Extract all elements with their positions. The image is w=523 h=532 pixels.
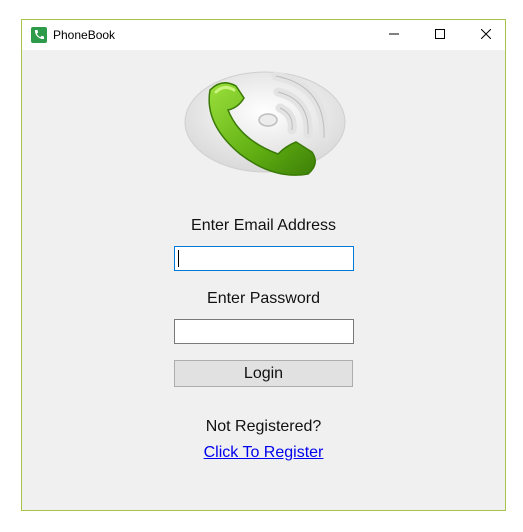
maximize-icon	[435, 26, 445, 44]
window-title: PhoneBook	[53, 28, 116, 42]
login-button[interactable]: Login	[174, 360, 353, 387]
close-button[interactable]	[463, 20, 509, 50]
phonebook-window: PhoneBook Enter Email Address Enter Pass…	[21, 19, 506, 511]
close-icon	[480, 26, 492, 44]
email-label: Enter Email Address	[191, 217, 336, 234]
phone-logo	[182, 68, 348, 176]
not-registered-text: Not Registered?	[205, 418, 322, 435]
password-input[interactable]	[174, 319, 354, 344]
register-link[interactable]: Click To Register	[22, 444, 505, 462]
email-input[interactable]	[174, 246, 354, 271]
phone-icon	[31, 27, 47, 43]
text-caret	[178, 250, 179, 267]
minimize-button[interactable]	[371, 20, 417, 50]
minimize-icon	[389, 26, 399, 44]
password-label: Enter Password	[207, 290, 320, 307]
title-bar[interactable]: PhoneBook	[22, 20, 505, 50]
maximize-button[interactable]	[417, 20, 463, 50]
